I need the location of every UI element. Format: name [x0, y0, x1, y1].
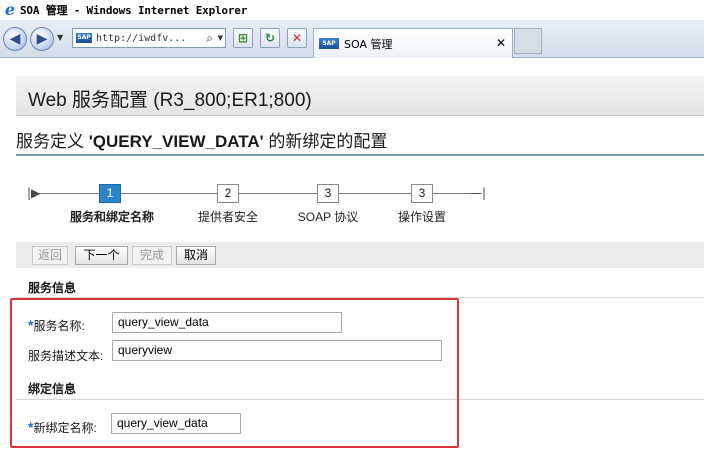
roadmap-step-4-label: 操作设置 [397, 210, 447, 224]
roadmap-start-icon: |▶ [27, 186, 41, 200]
service-definition-name: 'QUERY_VIEW_DATA' [88, 132, 264, 151]
sap-favicon: SAP [76, 33, 92, 43]
address-url[interactable]: http://iwdfv... [96, 33, 188, 44]
back-arrow-icon[interactable]: ◀ [3, 27, 27, 51]
sap-tab-icon: SAP [319, 38, 339, 49]
ie-logo-icon: e [4, 0, 16, 19]
back-button[interactable]: 返回 [32, 246, 68, 265]
tab-label: SOA 管理 [344, 37, 393, 51]
forward-arrow-icon[interactable]: ▶ [30, 27, 54, 51]
highlight-box [10, 298, 459, 448]
address-bar[interactable]: SAP http://iwdfv... ⌕ ▼ [72, 28, 226, 48]
roadmap-step-4[interactable]: 3 [411, 184, 433, 203]
window-titlebar: e SOA 管理 - Windows Internet Explorer [0, 0, 704, 20]
subtitle-divider [16, 154, 704, 156]
browser-tab[interactable]: SAP SOA 管理 ✕ [313, 28, 513, 58]
page-title: Web 服务配置 (R3_800;ER1;800) [28, 90, 312, 111]
subtitle-prefix: 服务定义 [16, 132, 89, 151]
compatibility-view-icon[interactable]: ⊞ [233, 28, 253, 48]
roadmap-step-3-label: SOAP 协议 [297, 210, 359, 224]
cancel-button[interactable]: 取消 [176, 246, 216, 265]
roadmap-step-2[interactable]: 2 [217, 184, 239, 203]
page-subtitle: 服务定义 'QUERY_VIEW_DATA' 的新绑定的配置 [16, 127, 387, 152]
roadmap-step-3[interactable]: 3 [317, 184, 339, 203]
subtitle-suffix: 的新绑定的配置 [263, 132, 388, 151]
next-button[interactable]: 下一个 [75, 246, 128, 265]
address-dropdown-icon[interactable]: ▼ [218, 34, 223, 42]
history-dropdown-icon[interactable]: ▼ [57, 33, 63, 42]
page-header: Web 服务配置 (R3_800;ER1;800) [16, 76, 704, 116]
search-icon[interactable]: ⌕ [206, 31, 213, 46]
wizard-button-bar: 返回 下一个 完成 取消 [16, 242, 704, 268]
stop-icon[interactable]: ✕ [287, 28, 307, 48]
window-title: SOA 管理 - Windows Internet Explorer [20, 4, 248, 17]
service-info-heading: 服务信息 [28, 281, 77, 295]
roadmap-step-2-label: 提供者安全 [197, 210, 259, 224]
roadmap-step-1-label: 服务和绑定名称 [69, 210, 155, 224]
browser-navbar: ◀ ▶ ▼ SAP http://iwdfv... ⌕ ▼ ⊞ ↻ ✕ SAP … [0, 20, 704, 58]
refresh-icon[interactable]: ↻ [260, 28, 280, 48]
close-icon[interactable]: ✕ [496, 36, 506, 50]
roadmap-step-1[interactable]: 1 [99, 184, 121, 203]
finish-button[interactable]: 完成 [132, 246, 172, 265]
roadmap-end-icon: —| [470, 186, 487, 200]
new-tab-button[interactable] [514, 28, 542, 54]
